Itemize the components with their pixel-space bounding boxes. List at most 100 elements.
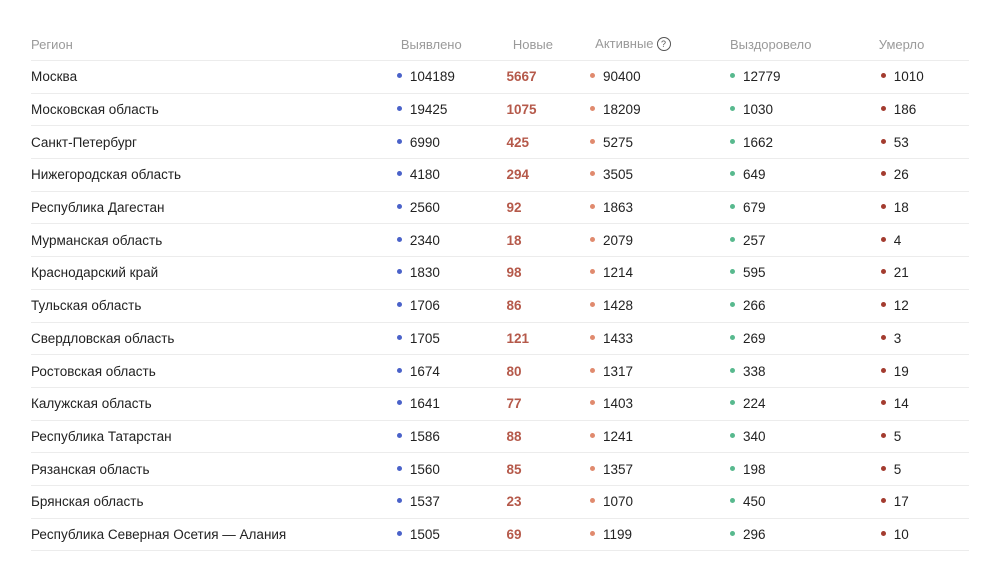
new-value: 98: [506, 265, 522, 281]
recovered-value: 266: [742, 298, 766, 314]
header-recovered[interactable]: Выздоровело: [730, 37, 872, 52]
recovered-value: 12779: [742, 69, 781, 85]
active-value: 2079: [603, 232, 634, 248]
active-dot-icon: [590, 236, 596, 242]
detected-value: 1586: [409, 428, 440, 444]
active-dot-icon: [590, 498, 596, 504]
detected-value: 1705: [409, 330, 440, 346]
table-row: Калужская область 1641 77 1403 224 14: [31, 388, 969, 421]
detected-value: 1560: [409, 461, 440, 477]
table-row: Санкт-Петербург 6990 425 5275 1662 53: [31, 126, 969, 160]
detected-value: 2560: [409, 200, 440, 216]
header-detected[interactable]: Выявлено: [400, 37, 513, 52]
active-cell: 1433: [587, 331, 722, 346]
recovered-cell: 450: [722, 494, 869, 509]
detected-value: 1641: [409, 396, 440, 412]
new-cell: 92: [507, 200, 588, 215]
recovered-dot-icon: [729, 465, 735, 471]
header-region[interactable]: Регион: [31, 37, 400, 52]
died-cell: 19: [869, 364, 969, 379]
died-cell: 3: [869, 331, 969, 346]
died-value: 14: [893, 396, 909, 412]
died-value: 1010: [893, 69, 924, 85]
died-dot-icon: [880, 367, 886, 373]
died-cell: 18: [869, 200, 969, 215]
died-cell: 5: [869, 462, 969, 477]
header-new[interactable]: Новые: [513, 37, 595, 52]
region-name: Республика Дагестан: [31, 200, 165, 216]
detected-cell: 1830: [392, 265, 507, 280]
new-value: 85: [506, 461, 522, 477]
died-dot-icon: [880, 334, 886, 340]
died-dot-icon: [880, 236, 886, 242]
died-value: 3: [893, 330, 902, 346]
recovered-value: 450: [742, 494, 766, 510]
new-cell: 69: [507, 527, 588, 542]
active-value: 1199: [603, 526, 633, 542]
table-row: Республика Северная Осетия — Алания 1505 6…: [31, 519, 969, 552]
detected-dot-icon: [396, 367, 402, 373]
died-cell: 21: [869, 265, 969, 280]
recovered-dot-icon: [729, 400, 735, 406]
new-value: 18: [506, 232, 522, 248]
table-row: Брянская область 1537 23 1070 450 17: [31, 486, 969, 519]
died-dot-icon: [880, 269, 886, 275]
died-cell: 26: [869, 167, 969, 182]
active-cell: 1199: [587, 527, 722, 542]
table-row: Республика Татарстан 1586 88 1241 340 5: [31, 421, 969, 454]
new-cell: 23: [507, 494, 588, 509]
detected-cell: 4180: [392, 167, 507, 182]
detected-cell: 1641: [392, 396, 507, 411]
table-row: Краснодарский край 1830 98 1214 595 21: [31, 257, 969, 290]
recovered-dot-icon: [729, 530, 735, 536]
active-cell: 1214: [587, 265, 722, 280]
new-value: 77: [506, 396, 522, 412]
detected-dot-icon: [396, 204, 402, 210]
new-cell: 18: [507, 233, 588, 248]
died-cell: 5: [869, 429, 969, 444]
detected-cell: 1505: [392, 527, 507, 542]
table-row: Рязанская область 1560 85 1357 198 5: [31, 453, 969, 486]
active-dot-icon: [590, 530, 596, 536]
active-cell: 1241: [587, 429, 722, 444]
region-name: Московская область: [31, 102, 159, 118]
recovered-value: 340: [742, 428, 766, 444]
question-circle-icon[interactable]: ?: [656, 36, 671, 51]
detected-dot-icon: [396, 432, 402, 438]
died-dot-icon: [880, 465, 886, 471]
active-cell: 18209: [587, 102, 722, 117]
header-died[interactable]: Умерло: [872, 37, 969, 52]
recovered-value: 296: [742, 526, 766, 542]
detected-value: 2340: [409, 232, 440, 248]
active-dot-icon: [590, 269, 596, 275]
header-active[interactable]: Активные?: [595, 36, 730, 52]
recovered-dot-icon: [729, 138, 735, 144]
recovered-value: 595: [742, 265, 766, 281]
active-cell: 5275: [587, 135, 722, 150]
new-cell: 5667: [507, 69, 588, 84]
region-name: Тульская область: [31, 298, 142, 314]
region-name: Свердловская область: [31, 330, 175, 346]
died-value: 17: [893, 494, 909, 510]
recovered-value: 1030: [742, 102, 774, 118]
recovered-cell: 340: [722, 429, 869, 444]
active-value: 1863: [603, 200, 634, 216]
active-cell: 1070: [587, 494, 722, 509]
active-dot-icon: [590, 204, 596, 210]
region-name: Ростовская область: [31, 363, 156, 379]
detected-cell: 104189: [392, 69, 507, 84]
detected-dot-icon: [396, 400, 402, 406]
table-row: Свердловская область 1705 121 1433 269 3: [31, 323, 969, 356]
new-value: 425: [506, 134, 530, 150]
died-dot-icon: [880, 400, 886, 406]
died-dot-icon: [880, 138, 886, 144]
table-header: Регион Выявлено Новые Активные? Выздоров…: [31, 28, 969, 61]
died-dot-icon: [880, 73, 886, 79]
new-value: 294: [506, 167, 530, 183]
region-name: Республика Татарстан: [31, 428, 172, 444]
new-value: 69: [506, 526, 522, 542]
recovered-cell: 296: [722, 527, 869, 542]
recovered-cell: 12779: [722, 69, 869, 84]
covid-regions-table: Регион Выявлено Новые Активные? Выздоров…: [31, 28, 969, 552]
recovered-dot-icon: [729, 367, 735, 373]
